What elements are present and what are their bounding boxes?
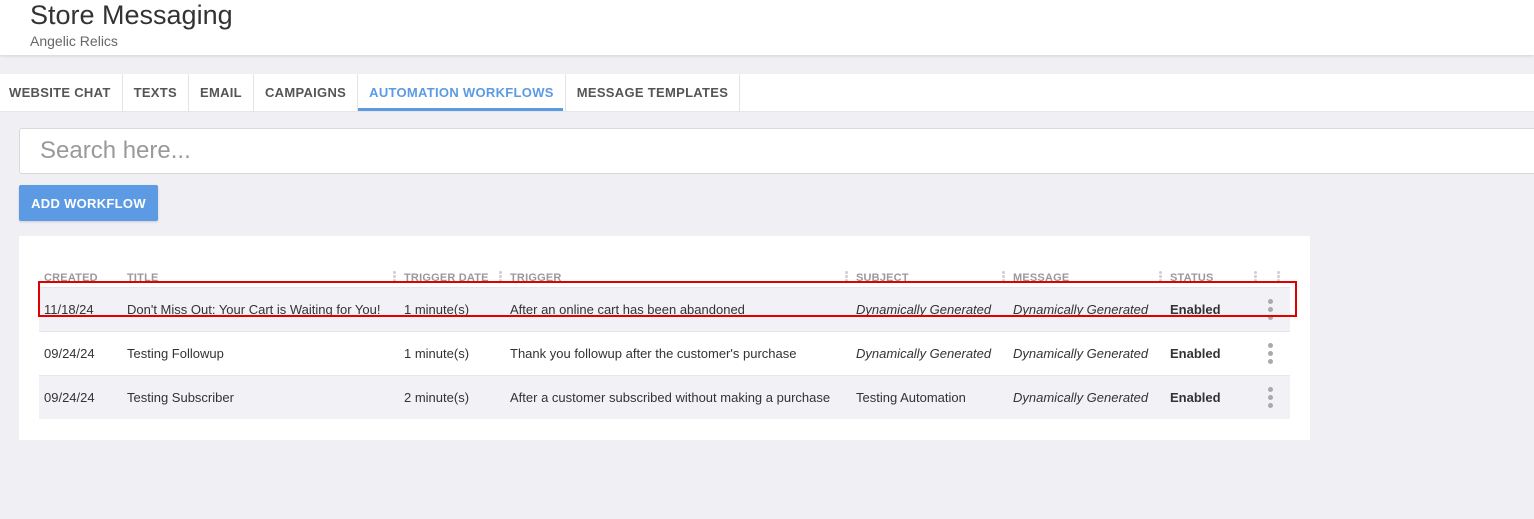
- column-menu-icon[interactable]: [499, 271, 502, 282]
- cell-message: Dynamically Generated: [1008, 287, 1165, 332]
- search-input[interactable]: [19, 128, 1534, 174]
- table-row[interactable]: 09/24/24 Testing Subscriber 2 minute(s) …: [39, 375, 1290, 419]
- column-label: SUBJECT: [856, 272, 909, 284]
- messaging-tabs: WEBSITE CHAT TEXTS EMAIL CAMPAIGNS AUTOM…: [0, 74, 1534, 112]
- column-menu-icon[interactable]: [393, 271, 396, 282]
- column-label: STATUS: [1170, 272, 1214, 284]
- table-row[interactable]: 09/24/24 Testing Followup 1 minute(s) Th…: [39, 331, 1290, 376]
- table-row[interactable]: 11/18/24 Don't Miss Out: Your Cart is Wa…: [39, 287, 1290, 332]
- cell-message: Dynamically Generated: [1008, 375, 1165, 419]
- column-label: TITLE: [127, 272, 159, 284]
- status-badge: Enabled: [1165, 331, 1260, 376]
- table-header-row: CREATED TITLE TRIGGER DATE TRIGGER SUBJE…: [39, 256, 1290, 288]
- status-badge: Enabled: [1165, 287, 1260, 332]
- page-title: Store Messaging: [30, 0, 233, 30]
- column-header-message[interactable]: MESSAGE: [1008, 256, 1165, 288]
- column-header-actions[interactable]: [1260, 256, 1290, 288]
- cell-subject: Dynamically Generated: [851, 287, 1008, 332]
- column-header-created[interactable]: CREATED: [39, 256, 122, 288]
- column-header-subject[interactable]: SUBJECT: [851, 256, 1008, 288]
- column-label: MESSAGE: [1013, 272, 1070, 284]
- cell-trigger: Thank you followup after the customer's …: [505, 331, 851, 376]
- tab-message-templates[interactable]: MESSAGE TEMPLATES: [566, 74, 741, 111]
- add-workflow-button[interactable]: ADD WORKFLOW: [19, 185, 158, 221]
- column-header-title[interactable]: TITLE: [122, 256, 399, 288]
- column-menu-icon[interactable]: [845, 271, 848, 282]
- column-menu-icon[interactable]: [1277, 271, 1280, 282]
- cell-subject: Testing Automation: [851, 375, 1008, 419]
- column-label: CREATED: [44, 272, 98, 284]
- status-badge: Enabled: [1165, 375, 1260, 419]
- tab-texts[interactable]: TEXTS: [123, 74, 189, 111]
- column-header-trigger-date[interactable]: TRIGGER DATE: [399, 256, 505, 288]
- cell-trigger: After an online cart has been abandoned: [505, 287, 851, 332]
- cell-actions: [1260, 375, 1290, 419]
- store-name: Angelic Relics: [30, 33, 118, 49]
- tab-automation-workflows[interactable]: AUTOMATION WORKFLOWS: [358, 74, 566, 111]
- cell-title: Don't Miss Out: Your Cart is Waiting for…: [122, 287, 399, 332]
- column-menu-icon[interactable]: [1254, 271, 1257, 282]
- cell-trigger-date: 2 minute(s): [399, 375, 505, 419]
- column-header-trigger[interactable]: TRIGGER: [505, 256, 851, 288]
- cell-created: 09/24/24: [39, 375, 122, 419]
- tab-website-chat[interactable]: WEBSITE CHAT: [0, 74, 123, 111]
- more-options-icon[interactable]: [1265, 299, 1275, 320]
- page-header: Store Messaging Angelic Relics: [0, 0, 1534, 55]
- cell-trigger-date: 1 minute(s): [399, 331, 505, 376]
- column-label: TRIGGER DATE: [404, 272, 489, 284]
- more-options-icon[interactable]: [1265, 343, 1275, 364]
- tab-campaigns[interactable]: CAMPAIGNS: [254, 74, 359, 111]
- column-menu-icon[interactable]: [1159, 271, 1162, 282]
- workflows-card: CREATED TITLE TRIGGER DATE TRIGGER SUBJE…: [19, 236, 1310, 440]
- cell-actions: [1260, 287, 1290, 332]
- cell-created: 09/24/24: [39, 331, 122, 376]
- workflows-table: CREATED TITLE TRIGGER DATE TRIGGER SUBJE…: [39, 256, 1290, 419]
- cell-title: Testing Followup: [122, 331, 399, 376]
- cell-trigger: After a customer subscribed without maki…: [505, 375, 851, 419]
- store-messaging-page: Store Messaging Angelic Relics WEBSITE C…: [0, 0, 1534, 519]
- more-options-icon[interactable]: [1265, 387, 1275, 408]
- cell-actions: [1260, 331, 1290, 376]
- cell-message: Dynamically Generated: [1008, 331, 1165, 376]
- cell-trigger-date: 1 minute(s): [399, 287, 505, 332]
- cell-created: 11/18/24: [39, 287, 122, 332]
- column-label: TRIGGER: [510, 272, 562, 284]
- cell-title: Testing Subscriber: [122, 375, 399, 419]
- cell-subject: Dynamically Generated: [851, 331, 1008, 376]
- tab-email[interactable]: EMAIL: [189, 74, 254, 111]
- column-header-status[interactable]: STATUS: [1165, 256, 1260, 288]
- column-menu-icon[interactable]: [1002, 271, 1005, 282]
